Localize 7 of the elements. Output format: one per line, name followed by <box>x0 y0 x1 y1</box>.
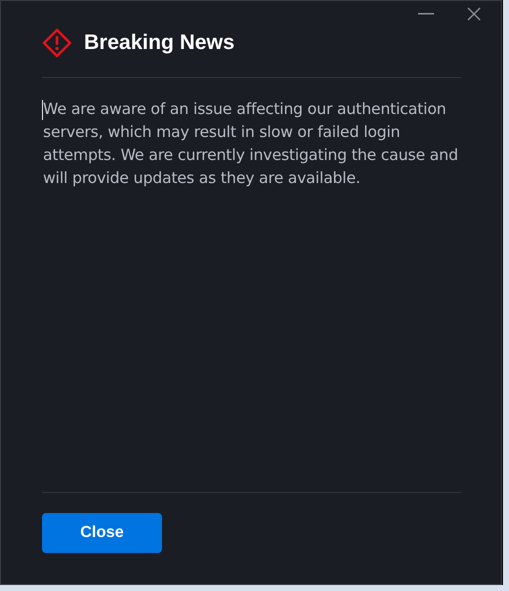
minimize-icon <box>418 13 434 15</box>
warning-icon <box>42 28 72 58</box>
message-text: We are aware of an issue affecting our authentication servers, which may result in slow or failed login attempts. We are currently investigating the cause and will provide updates as they are available. <box>43 99 460 189</box>
close-icon <box>467 7 481 21</box>
text-cursor <box>42 100 43 120</box>
close-dialog-button[interactable]: Close <box>42 513 162 553</box>
dialog-title: Breaking News <box>84 31 235 55</box>
